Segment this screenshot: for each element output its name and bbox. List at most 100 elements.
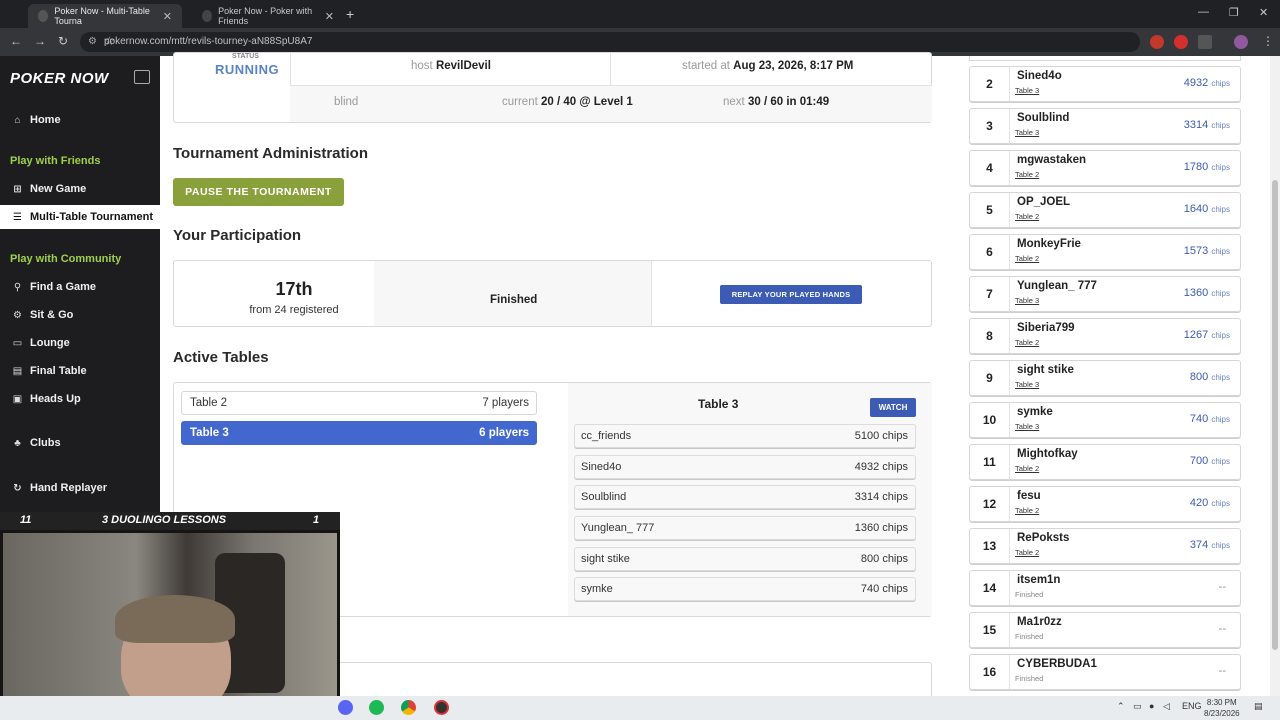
player-name: Soulblind	[581, 491, 627, 503]
sidebar-item-mtt[interactable]: ☰ Multi-Table Tournament	[0, 205, 160, 229]
admin-heading: Tournament Administration	[173, 145, 368, 162]
discord-icon[interactable]	[338, 700, 353, 715]
clock-time: 8:30 PM	[1206, 698, 1237, 707]
microphone-icon[interactable]: ●	[1149, 701, 1154, 711]
standings-chips-empty: --	[1218, 623, 1226, 635]
standings-chip-count: 420	[1189, 497, 1209, 509]
standings-table-link[interactable]: Table 2	[1015, 506, 1039, 515]
notification-icon[interactable]: ▤	[1254, 701, 1263, 712]
section-play-with-community: Play with Community	[10, 253, 122, 265]
table-player-row: cc_friends 5100 chips	[574, 424, 916, 448]
standings-table-link[interactable]: Table 3	[1015, 86, 1039, 95]
new-tab-icon[interactable]: +	[346, 6, 354, 22]
spotify-icon[interactable]	[369, 700, 384, 715]
forward-icon[interactable]: →	[34, 34, 46, 48]
table-row-table-3[interactable]: Table 3 6 players	[181, 421, 537, 445]
sidebar-item-hand-replayer[interactable]: ↻ Hand Replayer	[0, 476, 160, 500]
standings-player-name: Mightofkay	[1017, 448, 1078, 460]
collapse-sidebar-icon[interactable]	[134, 70, 150, 84]
watch-button[interactable]: WATCH	[870, 398, 916, 417]
restore-icon[interactable]: ❐	[1229, 6, 1239, 19]
started-time: Aug 23, 2026, 8:17 PM	[733, 60, 854, 72]
standings-chips: 4932 chips	[1184, 77, 1230, 89]
minimize-icon[interactable]: —	[1198, 6, 1209, 18]
active-tables-heading: Active Tables	[173, 349, 269, 366]
scrollbar-thumb[interactable]	[1272, 180, 1278, 650]
close-tab-icon[interactable]: ✕	[163, 10, 172, 23]
sidebar-item-new-game[interactable]: ⊞ New Game	[0, 177, 160, 201]
standings-chips: 3314 chips	[1184, 119, 1230, 131]
network-icon[interactable]: ▭	[1133, 701, 1142, 712]
tray-chevron-icon[interactable]: ⌃	[1117, 701, 1125, 712]
standings-table-link[interactable]: Table 3	[1015, 422, 1039, 431]
sidebar-item-sit-go[interactable]: ⚙ Sit & Go	[0, 303, 160, 327]
standings-table-link[interactable]: Table 2	[1015, 170, 1039, 179]
divider	[651, 261, 652, 326]
taskbar-clock[interactable]: 8:30 PM 8/23/2026	[1204, 697, 1240, 719]
volume-icon[interactable]: ◁	[1163, 701, 1170, 712]
standings-chips: 700 chips	[1190, 455, 1230, 467]
sidebar-item-home[interactable]: ⌂ Home	[0, 108, 160, 132]
standings-table-link[interactable]: Table 2	[1015, 464, 1039, 473]
standings-chips: 1360 chips	[1184, 287, 1230, 299]
club-icon: ♣	[14, 437, 21, 449]
profile-avatar-icon[interactable]	[1234, 35, 1248, 49]
standings-chips: 1780 chips	[1184, 161, 1230, 173]
pokernow-logo[interactable]: POKER NOW	[10, 70, 109, 87]
replay-icon: ↻	[13, 482, 22, 494]
standings-rank: 8	[970, 319, 1010, 353]
standings-table-link[interactable]: Table 2	[1015, 548, 1039, 557]
language-indicator[interactable]: ENG	[1182, 701, 1202, 711]
close-window-icon[interactable]: ✕	[1259, 6, 1268, 19]
pause-tournament-button[interactable]: PAUSE THE TOURNAMENT	[173, 178, 344, 206]
section-play-with-friends: Play with Friends	[10, 155, 101, 167]
tab-active[interactable]: Poker Now - Multi-Table Tourna ✕	[28, 4, 182, 28]
standings-row: 8 Siberia799 Table 2 1267 chips	[969, 318, 1241, 354]
overlay-title: 3 DUOLINGO LESSONS	[102, 514, 227, 526]
sidebar-item-label: New Game	[30, 183, 87, 195]
participation-status: Finished	[490, 294, 538, 306]
standings-table-link[interactable]: Table 3	[1015, 128, 1039, 137]
standings-chips: 420 chips	[1190, 497, 1230, 509]
host-name: RevilDevil	[435, 60, 491, 72]
standings-player-name: itsem1n	[1017, 574, 1061, 586]
standings-chip-count: 1267	[1183, 329, 1209, 341]
bookmark-star-icon[interactable]: ☆	[104, 34, 1130, 48]
sidebar-item-heads-up[interactable]: ▣ Heads Up	[0, 387, 160, 411]
standings-chip-unit: chips	[1211, 457, 1230, 466]
standings-finished-label: Finished	[1015, 632, 1044, 641]
obs-icon[interactable]	[434, 700, 449, 715]
tab-inactive[interactable]: Poker Now - Poker with Friends ✕	[192, 4, 344, 28]
browser-menu-icon[interactable]: ⋮	[1262, 34, 1274, 48]
site-info-icon[interactable]: ⚙	[88, 36, 98, 47]
standings-chip-count: 1780	[1183, 161, 1209, 173]
sidebar-item-clubs[interactable]: ♣ Clubs	[0, 431, 160, 455]
standings-row: 12 fesu Table 2 420 chips	[969, 486, 1241, 522]
extensions-puzzle-icon[interactable]	[1198, 35, 1212, 49]
sidebar-item-final-table[interactable]: ▤ Final Table	[0, 359, 160, 383]
standings-table-link[interactable]: Table 2	[1015, 338, 1039, 347]
back-icon[interactable]: ←	[10, 34, 22, 48]
standings-table-link[interactable]: Table 2	[1015, 254, 1039, 263]
url-field[interactable]: ⚙ pokernow.com/mtt/revils-tourney-aN88Sp…	[80, 32, 1140, 52]
player-name: sight stike	[581, 553, 630, 565]
reload-icon[interactable]: ↻	[58, 34, 68, 48]
standings-row: 4 mgwastaken Table 2 1780 chips	[969, 150, 1241, 186]
standings-table-link[interactable]: Table 3	[1015, 380, 1039, 389]
standings-chip-unit: chips	[1211, 121, 1230, 130]
sidebar-item-lounge[interactable]: ▭ Lounge	[0, 331, 160, 355]
standings-table-link[interactable]: Table 2	[1015, 212, 1039, 221]
replay-hands-button[interactable]: REPLAY YOUR PLAYED HANDS	[720, 285, 862, 304]
chrome-icon[interactable]	[401, 700, 416, 715]
table-row-table-2[interactable]: Table 2 7 players	[181, 391, 537, 415]
sidebar-item-find-game[interactable]: ⚲ Find a Game	[0, 275, 160, 299]
player-name: Yunglean_ 777	[581, 522, 655, 534]
duolingo-overlay: 11 3 DUOLINGO LESSONS 1	[0, 512, 340, 530]
next-blind: next 30 / 60 in 01:49	[723, 96, 830, 108]
adblock-extension-icon[interactable]	[1150, 35, 1164, 49]
extension-icon[interactable]	[1174, 35, 1188, 49]
close-tab-icon[interactable]: ✕	[325, 10, 334, 23]
standings-chip-count: 740	[1189, 413, 1209, 425]
standings-chip-unit: chips	[1211, 289, 1230, 298]
standings-table-link[interactable]: Table 3	[1015, 296, 1039, 305]
